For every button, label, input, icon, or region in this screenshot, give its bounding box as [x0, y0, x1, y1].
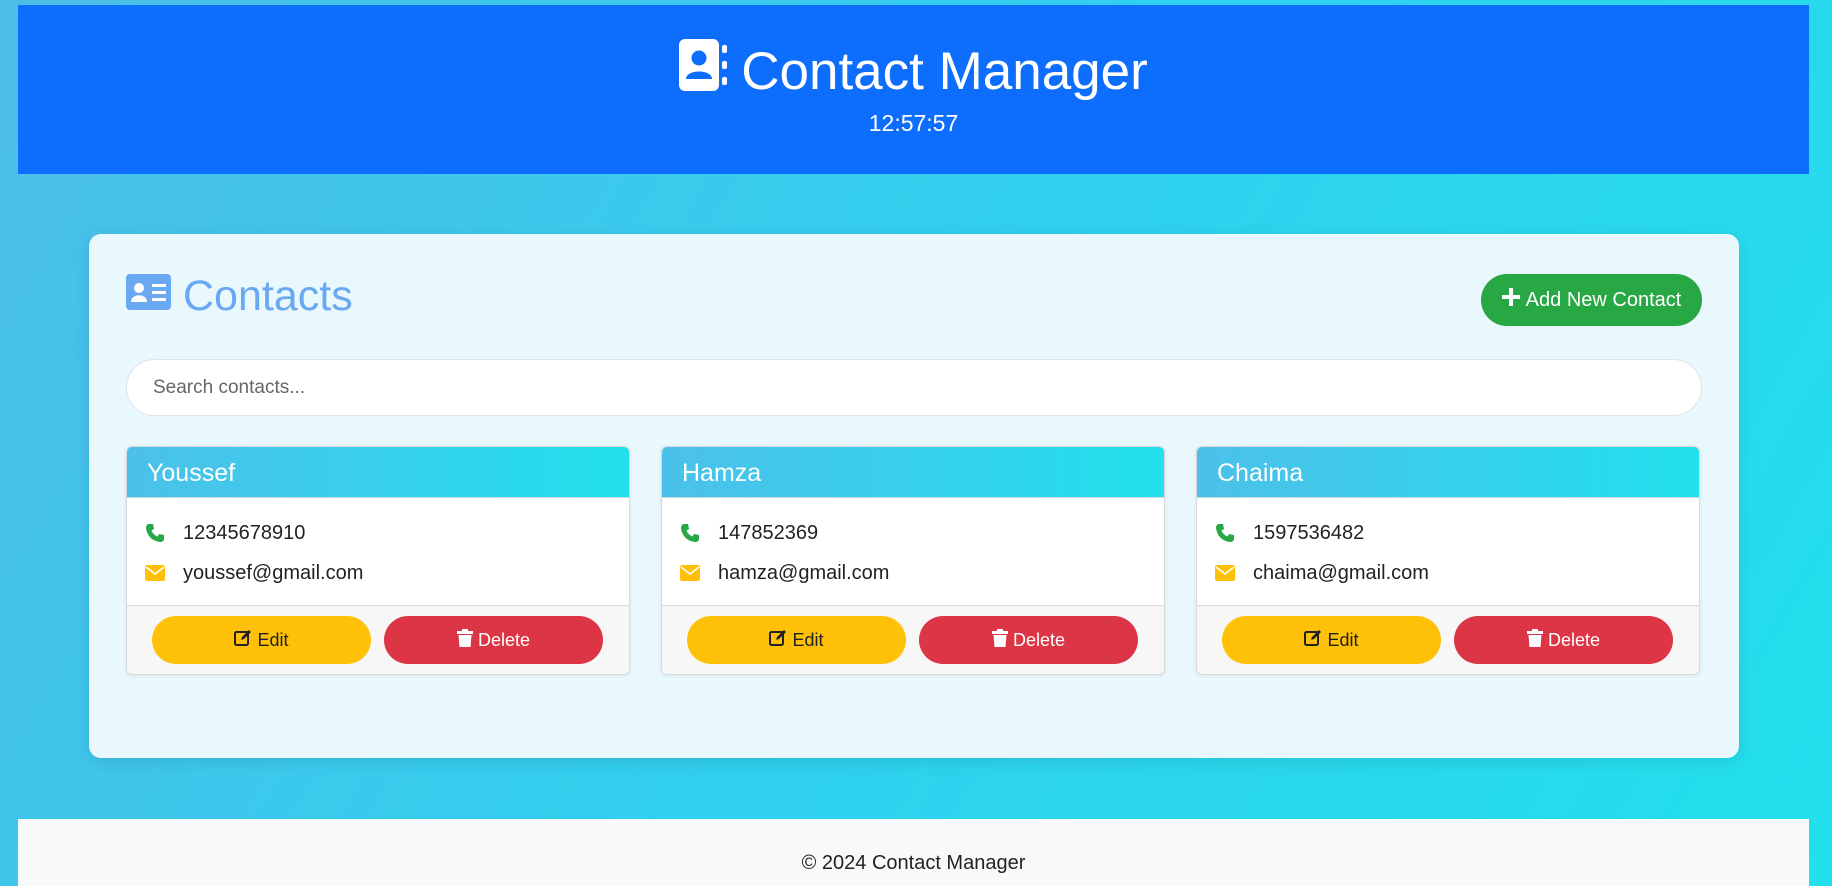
email-row: youssef@gmail.com [145, 560, 611, 586]
app-header: Contact Manager 12:57:57 [18, 5, 1809, 174]
app-title: Contact Manager [741, 41, 1148, 101]
plus-icon [1501, 288, 1520, 312]
email-row: chaima@gmail.com [1215, 560, 1681, 586]
card-actions: Edit Delete [127, 605, 629, 674]
phone-number: 12345678910 [183, 521, 306, 544]
edit-label: Edit [257, 629, 289, 650]
edit-label: Edit [1327, 629, 1359, 650]
phone-icon [1215, 523, 1253, 543]
id-card-icon [126, 272, 171, 321]
page-footer: © 2024 Contact Manager [18, 819, 1809, 886]
header-title-row: Contact Manager [18, 39, 1809, 104]
edit-button[interactable]: Edit [687, 616, 906, 664]
phone-row: 147852369 [680, 520, 1146, 546]
edit-icon [1304, 629, 1322, 652]
envelope-icon [1215, 565, 1253, 581]
contacts-title: Contacts [183, 272, 353, 320]
phone-icon [680, 523, 718, 543]
email-address: youssef@gmail.com [183, 561, 364, 584]
contacts-heading: Contacts [126, 272, 353, 321]
phone-number: 147852369 [718, 521, 819, 544]
phone-icon [145, 523, 183, 543]
contact-name: Chaima [1197, 447, 1699, 498]
contact-card: Chaima 1597536482 chaima@gmail.com Edit [1196, 446, 1700, 675]
delete-label: Delete [1012, 629, 1066, 650]
contact-name: Hamza [662, 447, 1164, 498]
email-address: hamza@gmail.com [718, 561, 890, 584]
footer-text: © 2024 Contact Manager [801, 852, 1026, 874]
envelope-icon [680, 565, 718, 581]
clock: 12:57:57 [868, 110, 959, 136]
contact-details: 12345678910 youssef@gmail.com [127, 498, 629, 607]
delete-button[interactable]: Delete [384, 616, 603, 664]
contact-details: 1597536482 chaima@gmail.com [1197, 498, 1699, 607]
trash-icon [991, 628, 1008, 652]
phone-number: 1597536482 [1253, 521, 1365, 544]
add-contact-button[interactable]: Add New Contact [1481, 274, 1702, 326]
contact-name: Youssef [127, 447, 629, 498]
edit-label: Edit [792, 629, 824, 650]
email-row: hamza@gmail.com [680, 560, 1146, 586]
delete-button[interactable]: Delete [919, 616, 1138, 664]
add-contact-label: Add New Contact [1525, 288, 1682, 311]
trash-icon [1526, 628, 1543, 652]
card-actions: Edit Delete [1197, 605, 1699, 674]
email-address: chaima@gmail.com [1253, 561, 1429, 584]
contact-card: Youssef 12345678910 youssef@gmail.com Ed… [126, 446, 630, 675]
delete-label: Delete [1547, 629, 1601, 650]
envelope-icon [145, 565, 183, 581]
delete-button[interactable]: Delete [1454, 616, 1673, 664]
contacts-panel: Contacts Add New Contact Youssef 1234567… [89, 234, 1739, 758]
trash-icon [456, 628, 473, 652]
edit-icon [234, 629, 252, 652]
phone-row: 1597536482 [1215, 520, 1681, 546]
delete-label: Delete [477, 629, 531, 650]
edit-button[interactable]: Edit [1222, 616, 1441, 664]
address-book-icon [679, 39, 728, 104]
phone-row: 12345678910 [145, 520, 611, 546]
edit-icon [769, 629, 787, 652]
search-input[interactable] [126, 359, 1702, 416]
card-actions: Edit Delete [662, 605, 1164, 674]
contact-details: 147852369 hamza@gmail.com [662, 498, 1164, 607]
contact-card: Hamza 147852369 hamza@gmail.com Edit Del… [661, 446, 1165, 675]
edit-button[interactable]: Edit [152, 616, 371, 664]
